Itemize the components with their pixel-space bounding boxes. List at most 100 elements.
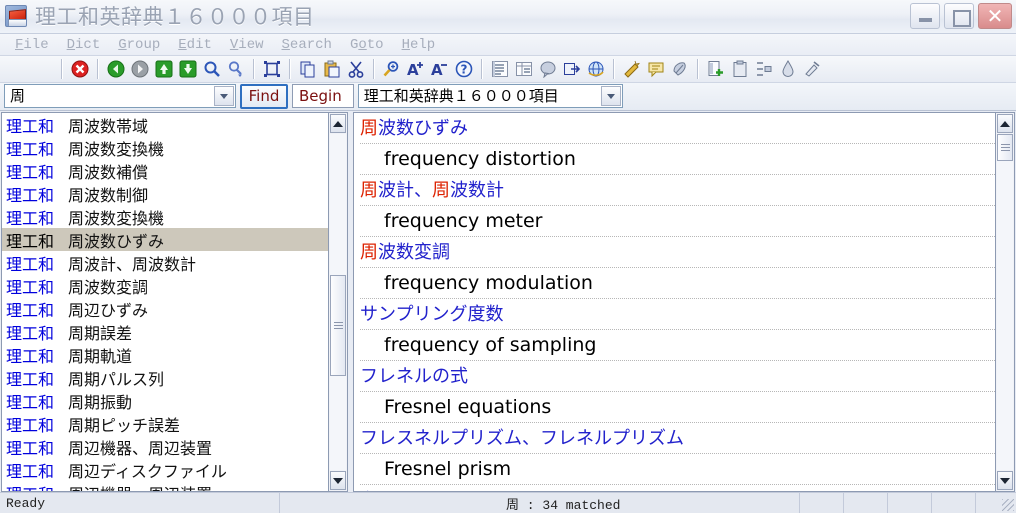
headword-list-item[interactable]: 理工和 周波数制御 (2, 182, 328, 205)
headword-list-item[interactable]: 理工和 周期パルス列 (2, 366, 328, 389)
entry-headword-text: フレネルの式 (360, 366, 468, 388)
select-all-icon[interactable] (260, 57, 284, 81)
zoom-icon[interactable] (380, 57, 404, 81)
forward-icon[interactable] (128, 57, 152, 81)
menu-item-file[interactable]: File (6, 36, 58, 54)
font-increase-icon[interactable]: A (404, 57, 428, 81)
entry-definition[interactable]: Fresnel equations (360, 392, 995, 424)
search-bar: 周 Find Begin 理工和英辞典１６０００項目 (0, 82, 1016, 112)
scroll-track[interactable] (330, 134, 346, 471)
entry-headword[interactable]: 糸のこ (360, 485, 995, 491)
headword-list-item[interactable]: 理工和 周波数ひずみ (2, 228, 328, 252)
status-resize-grip[interactable] (976, 493, 1016, 513)
headword-list-item[interactable]: 理工和 周波数変換機 (2, 136, 328, 159)
dictionary-select[interactable]: 理工和英辞典１６０００項目 (357, 84, 623, 109)
entry-headword[interactable]: サンプリング度数 (360, 299, 995, 331)
close-button[interactable]: ✕ (978, 3, 1012, 29)
down-icon[interactable] (176, 57, 200, 81)
scroll-grip-icon (333, 322, 343, 330)
headword-list-item[interactable]: 理工和 周辺ひずみ (2, 297, 328, 320)
entry-definition[interactable]: frequency meter (360, 206, 995, 238)
headword-list-item[interactable]: 理工和 周波数補償 (2, 159, 328, 182)
up-icon[interactable] (152, 57, 176, 81)
definition-scroll-track[interactable] (997, 134, 1013, 471)
entry-headword[interactable]: フレネルの式 (360, 361, 995, 393)
toolbar-separator (373, 59, 375, 80)
definition-scroll-down-button[interactable] (997, 471, 1013, 491)
close-icon: ✕ (986, 4, 1004, 28)
search-next-icon[interactable] (224, 57, 248, 81)
headword-list-item[interactable]: 理工和 周波数変調 (2, 274, 328, 297)
headword-list-item[interactable]: 理工和 周期軌道 (2, 343, 328, 366)
tag-icon[interactable] (668, 57, 692, 81)
entry-definition[interactable]: frequency distortion (360, 144, 995, 176)
entry-headword[interactable]: フレスネルプリズム、フレネルプリズム (360, 423, 995, 455)
clipboard-icon[interactable] (728, 57, 752, 81)
headword-list-item[interactable]: 理工和 周辺ディスクファイル (2, 458, 328, 481)
cut-icon[interactable] (344, 57, 368, 81)
comment-icon[interactable] (644, 57, 668, 81)
menu-item-view[interactable]: View (221, 36, 273, 54)
table-view-icon[interactable] (512, 57, 536, 81)
entry-definition[interactable]: frequency modulation (360, 268, 995, 300)
match-mode-select[interactable]: Begin (292, 84, 354, 109)
paste-icon[interactable] (320, 57, 344, 81)
scroll-down-button[interactable] (330, 471, 346, 491)
definition-scroll-thumb[interactable] (997, 134, 1013, 161)
headword-list-pane: 理工和 周波数帯域 理工和 周波数変換機 理工和 周波数補償 理工和 周波数制御 理工和 周波数変… (1, 112, 328, 493)
balloon-icon[interactable] (536, 57, 560, 81)
menu-item-dict[interactable]: Dict (58, 36, 110, 54)
headword-list-item[interactable]: 理工和 周期振動 (2, 389, 328, 412)
window-title: 理工和英辞典１６０００項目 (35, 5, 315, 30)
scroll-up-button[interactable] (330, 114, 346, 134)
menu-item-search[interactable]: Search (273, 36, 341, 54)
menu-item-help[interactable]: Help (393, 36, 445, 54)
headword-list-scrollbar[interactable] (328, 112, 348, 493)
definition-list[interactable]: 周波数ひずみ frequency distortion 周波計、周波数計 freque… (354, 113, 995, 491)
internet-icon[interactable] (584, 57, 608, 81)
headword-list-item[interactable]: 理工和 周期ピッチ誤差 (2, 412, 328, 435)
headword-list-item[interactable]: 理工和 周波計、周波数計 (2, 251, 328, 274)
stop-icon[interactable] (68, 57, 92, 81)
back-icon[interactable] (104, 57, 128, 81)
minimize-button[interactable] (910, 3, 940, 29)
menu-item-edit[interactable]: Edit (169, 36, 221, 54)
wizard-icon[interactable] (620, 57, 644, 81)
find-button[interactable]: Find (240, 83, 288, 109)
entry-headword[interactable]: 周波数変調 (360, 237, 995, 269)
search-input[interactable]: 周 (4, 84, 236, 109)
dictionary-chevron-down-icon[interactable] (600, 86, 621, 107)
font-decrease-icon[interactable]: A (428, 57, 452, 81)
headword-list[interactable]: 理工和 周波数帯域 理工和 周波数変換機 理工和 周波数補償 理工和 周波数制御 理工和 周波数変… (2, 113, 328, 491)
export-icon[interactable] (560, 57, 584, 81)
scroll-thumb[interactable] (330, 275, 346, 377)
headword-text: 周辺機器、周辺装置 (68, 481, 212, 492)
tool-icon[interactable] (800, 57, 824, 81)
menu-item-group[interactable]: Group (109, 36, 169, 54)
headword-list-item[interactable]: 理工和周辺機器、周辺装置 (2, 435, 328, 458)
headword-list-item[interactable]: 理工和 周波数変換機 (2, 205, 328, 228)
entry-definition[interactable]: frequency of sampling (360, 330, 995, 362)
definition-scroll-up-button[interactable] (997, 114, 1013, 134)
search-icon[interactable] (200, 57, 224, 81)
search-history-chevron-down-icon[interactable] (214, 86, 234, 107)
toolbar-separator (697, 59, 699, 80)
list-view-icon[interactable] (488, 57, 512, 81)
entry-headword[interactable]: 周波数ひずみ (360, 113, 995, 145)
headword-list-item[interactable]: 理工和 周波数帯域 (2, 113, 328, 136)
ink-icon[interactable] (776, 57, 800, 81)
scroll-grip-icon (1000, 143, 1010, 151)
copy-icon[interactable] (296, 57, 320, 81)
application-window: 理工和英辞典１６０００項目 ✕ File Dict Group Edit Vie… (0, 0, 1016, 513)
maximize-button[interactable] (944, 3, 974, 29)
new-doc-icon[interactable] (704, 57, 728, 81)
indent-icon[interactable] (752, 57, 776, 81)
entry-definition[interactable]: Fresnel prism (360, 454, 995, 486)
headword-list-item[interactable]: 理工和周辺機器、周辺装置 (2, 481, 328, 492)
headword-source-tag: 理工和 (6, 415, 55, 435)
definition-pane-scrollbar[interactable] (995, 112, 1015, 493)
entry-headword[interactable]: 周波計、周波数計 (360, 175, 995, 207)
headword-list-item[interactable]: 理工和 周期誤差 (2, 320, 328, 343)
help-icon[interactable]: ? (452, 57, 476, 81)
menu-item-goto[interactable]: Goto (341, 36, 393, 54)
